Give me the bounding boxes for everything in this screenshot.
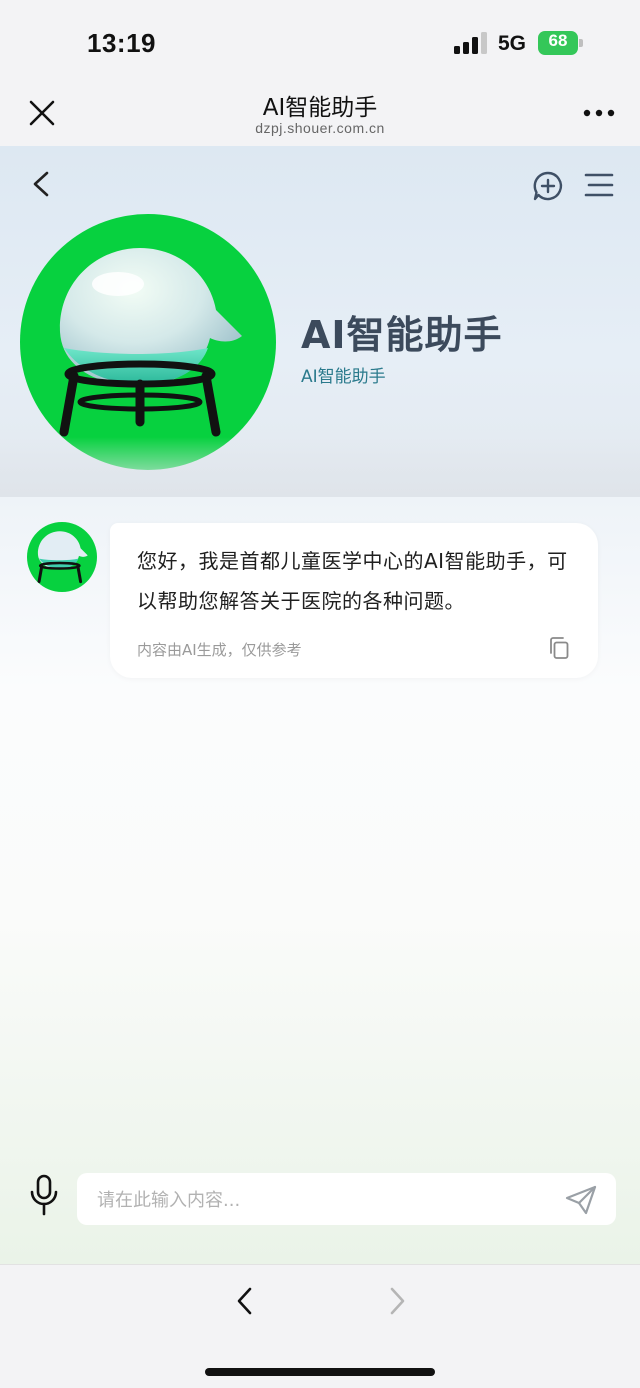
signal-icon bbox=[454, 32, 487, 54]
network-type: 5G bbox=[498, 32, 527, 55]
message-input-box[interactable] bbox=[77, 1173, 616, 1227]
menu-icon[interactable] bbox=[584, 171, 614, 199]
page-title: AI智能助手 bbox=[262, 95, 378, 121]
home-indicator bbox=[205, 1368, 435, 1376]
ai-disclaimer: 内容由AI生成，仅供参考 bbox=[137, 641, 302, 659]
browser-nav-bar: AI智能助手 dzpj.shouer.com.cn bbox=[0, 80, 640, 146]
message-input[interactable] bbox=[95, 1173, 539, 1227]
page-url: dzpj.shouer.com.cn bbox=[255, 120, 385, 136]
flask-icon bbox=[59, 248, 242, 437]
chat-area: 您好，我是首都儿童医学中心的AI智能助手，可以帮助您解答关于医院的各种问题。 内… bbox=[0, 497, 640, 1264]
assistant-message-bubble: 您好，我是首都儿童医学中心的AI智能助手，可以帮助您解答关于医院的各种问题。 内… bbox=[110, 523, 598, 678]
assistant-header: AI智能助手 AI智能助手 bbox=[0, 146, 640, 497]
send-icon[interactable] bbox=[564, 1184, 598, 1216]
battery-icon: 68 bbox=[538, 31, 584, 55]
browser-bottom-bar bbox=[0, 1264, 640, 1388]
new-chat-icon[interactable] bbox=[532, 170, 564, 202]
browser-back-icon[interactable] bbox=[232, 1285, 258, 1317]
assistant-avatar bbox=[20, 214, 276, 470]
message-avatar bbox=[27, 522, 97, 592]
microphone-icon[interactable] bbox=[28, 1174, 60, 1216]
battery-level: 68 bbox=[548, 31, 568, 50]
assistant-name: AI智能助手 bbox=[301, 313, 503, 357]
browser-forward-icon[interactable] bbox=[384, 1285, 410, 1317]
copy-icon[interactable] bbox=[548, 636, 570, 660]
message-text: 您好，我是首都儿童医学中心的AI智能助手，可以帮助您解答关于医院的各种问题。 bbox=[137, 549, 568, 613]
back-icon[interactable] bbox=[28, 170, 54, 198]
more-icon[interactable] bbox=[582, 108, 616, 118]
assistant-subtitle: AI智能助手 bbox=[301, 367, 386, 387]
status-time: 13:19 bbox=[87, 28, 156, 58]
status-bar: 13:19 5G 68 bbox=[0, 0, 640, 80]
flask-icon bbox=[37, 531, 88, 584]
